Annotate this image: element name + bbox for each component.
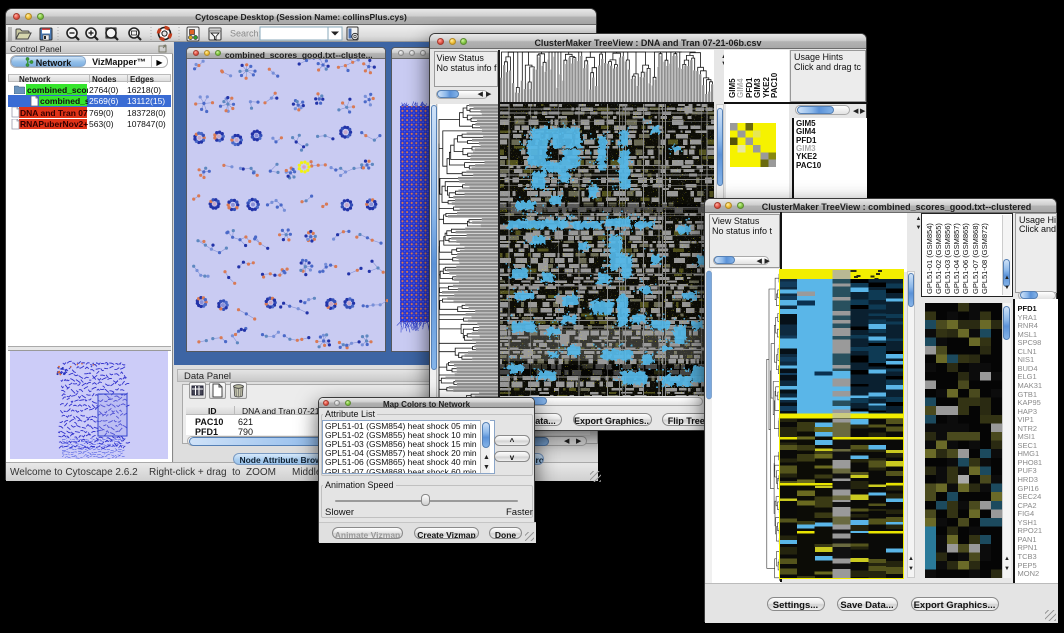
svg-text:Search:: Search: <box>230 29 261 39</box>
